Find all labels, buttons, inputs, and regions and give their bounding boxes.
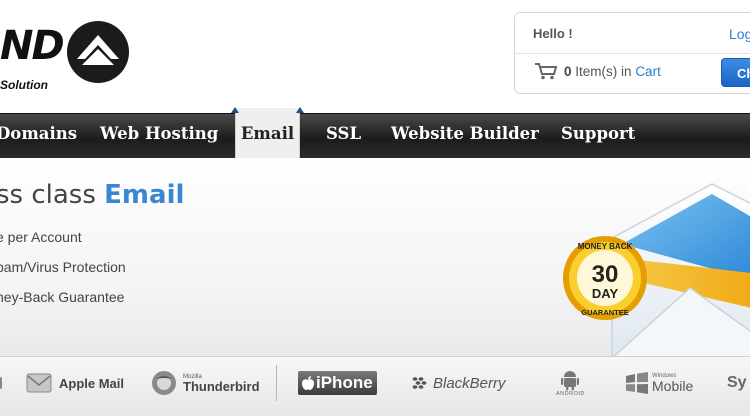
client-blackberry: BlackBerry [412, 357, 506, 409]
feature-item: pam/Virus Protection [0, 259, 126, 275]
nav-item-ssl[interactable]: SSL [326, 114, 361, 159]
hero-title-accent: Email [104, 180, 185, 210]
logo-emblem [67, 21, 129, 83]
nav-item-support[interactable]: Support [561, 114, 635, 159]
nav-item-domains[interactable]: Domains [0, 114, 77, 159]
client-cut-off: Sy [727, 357, 747, 409]
logo-letters: ND [0, 23, 65, 69]
cut-off-client-label: Sy [727, 374, 747, 391]
badge-top-text: MONEY BACK [578, 242, 633, 251]
apple-mail-icon [26, 373, 52, 393]
android-icon [561, 371, 580, 391]
windows-flag-icon [626, 372, 648, 394]
thunderbird-icon [152, 371, 176, 395]
clients-divider [276, 365, 277, 401]
cart-count: 0 [564, 64, 572, 79]
email-hero-banner: ss class Email e per Account pam/Virus P… [0, 158, 750, 356]
client-android: ANDROID [556, 357, 585, 409]
blackberry-icon [412, 377, 427, 389]
badge-number: 30 [592, 261, 619, 288]
client-iphone: iPhone [298, 357, 377, 409]
client-thunderbird: Mozilla Thunderbird [150, 357, 260, 409]
cart-items-label: Item(s) in [575, 64, 632, 79]
login-link[interactable]: Log [729, 26, 750, 42]
iphone-badge: iPhone [298, 371, 377, 395]
feature-item: ney-Back Guarantee [0, 289, 125, 305]
shopping-cart-icon [535, 63, 558, 80]
greeting-text: Hello ! [533, 26, 573, 41]
badge-unit: DAY [592, 286, 619, 301]
hero-title-prefix: ss class [0, 180, 96, 210]
hero-title: ss class Email [0, 180, 184, 210]
windows-mobile-label: Mobile [652, 378, 694, 394]
apple-logo-icon [302, 376, 314, 390]
blackberry-label: BlackBerry [433, 374, 506, 392]
client-logo-partial-icon [0, 377, 2, 389]
logo-tagline: Solution [0, 78, 48, 92]
thunderbird-label: Thunderbird [183, 378, 260, 394]
nav-item-website-builder[interactable]: Website Builder [391, 114, 539, 159]
thunderbird-wordmark: Mozilla Thunderbird [183, 374, 260, 393]
main-navigation: Domains Web Hosting Email SSL Website Bu… [0, 107, 750, 159]
account-box: Hello ! Log 0 Item(s) in Cart Ch [514, 12, 750, 94]
email-clients-bar: Apple Mail Mozilla Thunderbird iPhone Bl… [0, 356, 750, 416]
apple-mail-label: Apple Mail [59, 375, 125, 391]
windows-mobile-wordmark: Windows Mobile [652, 373, 693, 393]
cart-summary: 0 Item(s) in Cart [564, 64, 661, 79]
active-tab-notch-left [231, 107, 239, 113]
checkout-button[interactable]: Ch [721, 58, 750, 87]
account-box-divider [515, 53, 750, 54]
iphone-label: iPhone [316, 373, 373, 392]
nav-item-email[interactable]: Email [235, 108, 300, 159]
cart-link[interactable]: Cart [635, 64, 661, 79]
site-logo[interactable]: ND Solution [0, 12, 135, 92]
badge-bottom-text: GUARANTEE [581, 308, 629, 317]
android-label: ANDROID [556, 391, 585, 397]
client-windows-mobile: Windows Mobile [625, 357, 693, 409]
logo-arrow-icon [77, 35, 119, 65]
active-tab-notch-right [296, 107, 304, 113]
feature-item: e per Account [0, 229, 82, 245]
money-back-guarantee-badge: MONEY BACK 30 DAY GUARANTEE [563, 236, 647, 320]
client-apple-mail: Apple Mail [26, 357, 124, 409]
nav-item-web-hosting[interactable]: Web Hosting [100, 114, 218, 159]
